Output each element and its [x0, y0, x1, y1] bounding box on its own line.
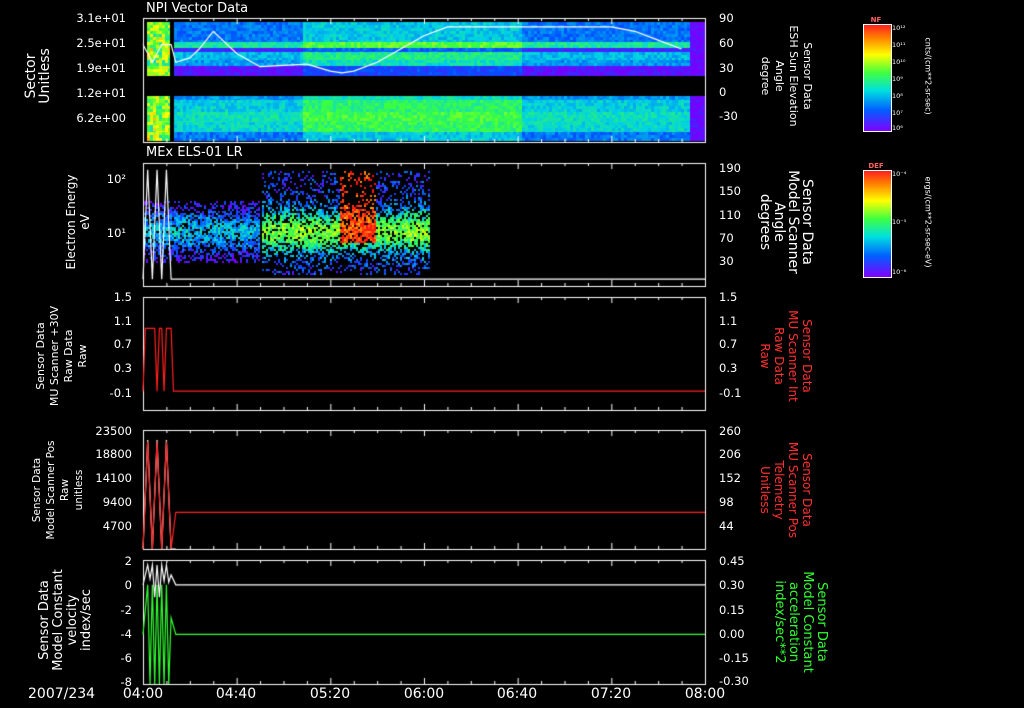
p1-y2tick: 90 [719, 11, 734, 25]
panel2-title: MEx ELS-01 LR [146, 145, 243, 160]
p2-ytick: 10¹ [106, 226, 126, 240]
p4-y2tick: 206 [719, 447, 741, 461]
panel1-right-label: Sensor Data ESH Sun Elevation Angle degree [759, 25, 814, 127]
p3-y2tick: 1.5 [719, 290, 738, 304]
p5-y2tick: 0.15 [719, 603, 745, 617]
colorbar1-tick: 10⁷ [892, 109, 903, 117]
p4-ytick: 4700 [102, 519, 132, 533]
p3-ytick: -0.1 [109, 386, 132, 400]
colorbar2-title: DEF [868, 162, 884, 170]
p3-ytick: 0.7 [113, 337, 132, 351]
panel4-right-label: Sensor Data MU Scanner Pos Telemetry Unitle… [758, 441, 814, 539]
panel3-right-label: Sensor Data MU Scanner Int Raw Data Raw [758, 310, 814, 402]
p4-y2tick: 98 [719, 495, 734, 509]
p3-y2tick: 1.1 [719, 314, 738, 328]
panel1-title: NPI Vector Data [146, 1, 249, 16]
p1-y2tick: 30 [719, 61, 734, 75]
colorbar2-tick: 10⁻⁶ [892, 268, 907, 276]
colorbar2-tick: 10⁻⁴ [892, 170, 907, 178]
p1-ytick: 1.9e+01 [76, 61, 126, 75]
x-tick: 06:40 [496, 686, 538, 702]
colorbar1-tick: 10⁸ [892, 92, 903, 100]
p2-y2tick: 30 [719, 254, 734, 268]
x-tick: 04:40 [215, 686, 257, 702]
x-tick: 04:00 [122, 686, 164, 702]
colorbar1-tick: 10¹¹ [892, 41, 906, 49]
p4-ytick: 23500 [95, 424, 132, 438]
p3-ytick: 1.5 [113, 290, 132, 304]
panel2-right-label: Sensor Data Model Scanner Angle degrees [757, 170, 815, 274]
colorbar2 [863, 170, 892, 278]
x-tick: 06:00 [403, 686, 445, 702]
p1-y2tick: 60 [719, 36, 734, 50]
p5-y2tick: 0.00 [719, 627, 745, 641]
p5-y2tick: -0.15 [719, 651, 749, 665]
colorbar2-tick: 10⁻⁵ [892, 218, 907, 226]
p4-y2tick: 44 [719, 519, 734, 533]
p1-ytick: 2.5e+01 [76, 36, 126, 50]
x-tick: 05:20 [309, 686, 351, 702]
colorbar1-tick: 10⁶ [892, 124, 903, 132]
p5-ytick: 2 [124, 554, 132, 568]
colorbar1-unit: cnts/(cm**2-sr-sec) [923, 37, 933, 115]
p4-ytick: 18800 [95, 447, 132, 461]
colorbar1 [863, 24, 892, 132]
p3-y2tick: -0.1 [719, 386, 742, 400]
p5-y2tick: 0.30 [719, 578, 745, 592]
p3-ytick: 0.3 [113, 361, 132, 375]
p2-y2tick: 110 [719, 208, 741, 222]
p5-ytick: 0 [124, 578, 132, 592]
x-tick: 07:20 [590, 686, 632, 702]
p2-y2tick: 150 [719, 184, 741, 198]
x-tick: 08:00 [684, 686, 726, 702]
p5-ytick: -2 [120, 603, 132, 617]
colorbar1-title: NF [870, 16, 882, 24]
p1-ytick: 3.1e+01 [76, 11, 126, 25]
colorbar1-tick: 10¹² [892, 24, 906, 32]
p4-ytick: 9400 [102, 495, 132, 509]
p2-y2tick: 70 [719, 231, 734, 245]
p2-y2tick: 190 [719, 161, 741, 175]
panel5-right-label: Sensor Data Model Constant acceleration ind… [772, 571, 829, 673]
p3-ytick: 1.1 [113, 314, 132, 328]
p4-y2tick: 152 [719, 471, 741, 485]
panel2-left-label: Electron Energy eV [64, 174, 92, 270]
colorbar1-tick: 10⁹ [892, 75, 903, 83]
p4-y2tick: 260 [719, 424, 741, 438]
p1-ytick: 1.2e+01 [76, 86, 126, 100]
p1-ytick: 6.2e+00 [76, 111, 126, 125]
colorbar1-tick: 10¹⁰ [892, 58, 906, 66]
colorbar2-unit: ergs/(cm**2-sr-sec-eV) [923, 176, 933, 268]
p5-ytick: -4 [120, 627, 132, 641]
p4-ytick: 14100 [95, 471, 132, 485]
date-label: 2007/234 [28, 686, 96, 702]
p1-y2tick: 0 [719, 85, 727, 99]
p3-y2tick: 0.3 [719, 361, 738, 375]
p1-y2tick: -30 [719, 109, 738, 123]
p3-y2tick: 0.7 [719, 337, 738, 351]
p5-ytick: -6 [120, 651, 132, 665]
p2-ytick: 10² [106, 172, 126, 186]
p5-y2tick: 0.45 [719, 554, 745, 568]
